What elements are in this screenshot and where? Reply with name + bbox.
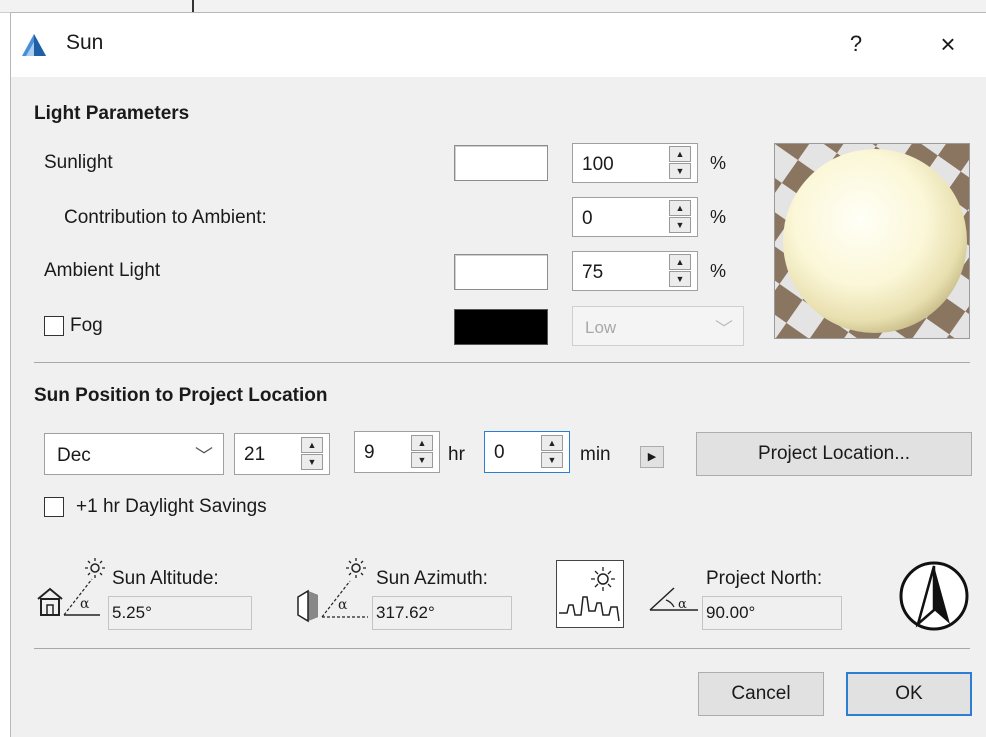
help-button[interactable]: ? — [838, 26, 874, 62]
archicad-app-icon — [20, 33, 48, 57]
project-north-angle-icon: α — [646, 580, 702, 620]
spin-down-icon[interactable]: ▼ — [301, 454, 323, 470]
day-spinner[interactable]: ▲ ▼ — [301, 437, 325, 471]
day-value: 21 — [244, 444, 266, 465]
sun-altitude-value: 5.25° — [112, 603, 152, 622]
daylight-savings-label: +1 hr Daylight Savings — [76, 496, 267, 517]
hour-unit-label: hr — [448, 444, 465, 465]
sunlight-spinner[interactable]: ▲ ▼ — [669, 146, 693, 180]
ambient-light-label: Ambient Light — [44, 260, 161, 281]
fog-color-swatch[interactable] — [454, 309, 548, 345]
north-arrow-icon — [898, 560, 970, 632]
spin-down-icon[interactable]: ▼ — [541, 452, 563, 468]
sun-azimuth-icon: α — [294, 555, 370, 627]
sun-position-heading: Sun Position to Project Location — [34, 385, 328, 406]
spin-up-icon[interactable]: ▲ — [669, 200, 691, 216]
spin-down-icon[interactable]: ▼ — [669, 271, 691, 287]
project-north-value: 90.00° — [706, 603, 756, 622]
minute-spinner[interactable]: ▲ ▼ — [541, 435, 565, 469]
light-parameters-heading: Light Parameters — [34, 103, 190, 124]
sunlight-label: Sunlight — [44, 152, 113, 173]
sun-altitude-field: 5.25° — [108, 596, 252, 630]
minute-field[interactable]: 0 ▲ ▼ — [484, 431, 570, 473]
minute-unit-label: min — [580, 444, 611, 465]
spin-down-icon[interactable]: ▼ — [669, 217, 691, 233]
ambient-spinner[interactable]: ▲ ▼ — [669, 254, 693, 288]
sun-skyline-button[interactable] — [556, 560, 624, 628]
sunlight-percent-label: % — [710, 153, 727, 173]
day-field[interactable]: 21 ▲ ▼ — [234, 433, 330, 475]
month-select[interactable]: Dec ﹀ — [44, 433, 224, 475]
spin-down-icon[interactable]: ▼ — [411, 452, 433, 468]
sun-altitude-label: Sun Altitude: — [112, 568, 219, 589]
play-animation-button[interactable]: ▶ — [640, 446, 664, 468]
svg-text:α: α — [678, 597, 687, 612]
ok-button[interactable]: OK — [846, 672, 972, 716]
hour-value: 9 — [364, 442, 375, 463]
sun-altitude-icon: α — [34, 555, 106, 627]
svg-text:α: α — [338, 597, 348, 613]
chevron-down-icon: ﹀ — [195, 446, 213, 466]
skyline-sun-icon — [559, 567, 620, 622]
fog-level-value: Low — [585, 318, 617, 337]
ambient-intensity-field[interactable]: 75 ▲ ▼ — [572, 251, 698, 291]
minute-value: 0 — [494, 442, 505, 463]
spin-up-icon[interactable]: ▲ — [669, 146, 691, 162]
contribution-spinner[interactable]: ▲ ▼ — [669, 200, 693, 234]
close-button[interactable]: × — [928, 26, 968, 62]
contribution-value: 0 — [582, 208, 593, 229]
project-north-label: Project North: — [706, 568, 823, 589]
cancel-button[interactable]: Cancel — [698, 672, 824, 716]
spin-up-icon[interactable]: ▲ — [301, 437, 323, 453]
spin-down-icon[interactable]: ▼ — [669, 163, 691, 179]
spin-up-icon[interactable]: ▲ — [669, 254, 691, 270]
contribution-field[interactable]: 0 ▲ ▼ — [572, 197, 698, 237]
spin-up-icon[interactable]: ▲ — [411, 435, 433, 451]
daylight-savings-checkbox[interactable] — [44, 497, 64, 517]
ambient-intensity-value: 75 — [582, 262, 604, 283]
footer-divider — [34, 648, 970, 649]
chevron-down-icon: ﹀ — [715, 319, 733, 339]
hour-field[interactable]: 9 ▲ ▼ — [354, 431, 440, 473]
sunlight-intensity-value: 100 — [582, 154, 614, 175]
month-value: Dec — [57, 445, 91, 466]
contribution-percent-label: % — [710, 207, 727, 227]
play-icon: ▶ — [647, 451, 657, 463]
fog-checkbox[interactable] — [44, 316, 64, 336]
project-location-button[interactable]: Project Location... — [696, 432, 972, 476]
sun-azimuth-field: 317.62° — [372, 596, 512, 630]
spin-up-icon[interactable]: ▲ — [541, 435, 563, 451]
sunlight-intensity-field[interactable]: 100 ▲ ▼ — [572, 143, 698, 183]
light-preview-sphere — [774, 143, 970, 339]
sun-azimuth-value: 317.62° — [376, 603, 435, 622]
ambient-percent-label: % — [710, 261, 727, 281]
hour-spinner[interactable]: ▲ ▼ — [411, 435, 435, 469]
contribution-label: Contribution to Ambient: — [64, 207, 267, 228]
project-north-field: 90.00° — [702, 596, 842, 630]
sunlight-color-swatch[interactable] — [454, 145, 548, 181]
section-divider — [34, 362, 970, 363]
svg-text:α: α — [80, 596, 90, 612]
sun-azimuth-label: Sun Azimuth: — [376, 568, 488, 589]
ambient-color-swatch[interactable] — [454, 254, 548, 290]
fog-label: Fog — [70, 315, 103, 336]
window-title: Sun — [66, 31, 104, 54]
fog-level-select[interactable]: Low ﹀ — [572, 306, 744, 346]
